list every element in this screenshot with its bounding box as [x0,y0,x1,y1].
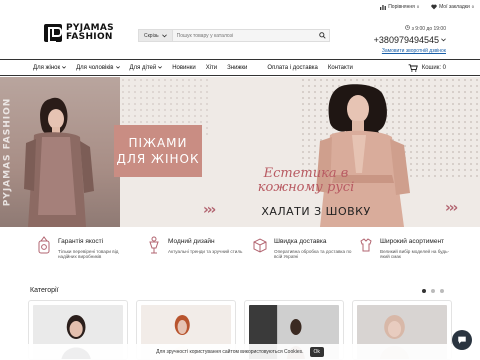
quality-icon [38,236,50,254]
nav-item-women[interactable]: Для жінок [33,64,67,71]
nav-item-contacts[interactable]: Контакти [328,65,353,71]
main-nav: Для жінок Для чоловіків Для дітей Новинк… [0,59,480,76]
page: Порівняння 0 Мої закладки 0 PYJAMAS FASHIO… [0,0,480,360]
hero-banner[interactable]: PYJAMAS FASHION ПІЖАМИ ДЛЯ ЖІНОК Естетик… [0,77,480,227]
cookie-ok-button[interactable]: Ok [309,347,324,357]
banner-box-line-2: ДЛЯ ЖІНОК [116,152,200,166]
nav-label: Для жінок [33,64,61,71]
phone-number[interactable]: +380979494545 [374,35,446,45]
categories-title: Категорії [30,287,59,294]
logo-text: PYJAMAS FASHION [66,24,114,42]
carousel-pagination [422,289,444,293]
features-row: Гарантія якості Тільки перевірені товари… [0,236,480,272]
delivery-icon [253,238,267,253]
search-input[interactable] [172,30,315,41]
nav-item-men[interactable]: Для чоловіків [76,64,120,71]
compare-icon [380,4,387,10]
feature-title: Широкий асортимент [380,238,445,245]
feature-assortment: Широкий асортимент Великий вибір моделей… [358,236,458,260]
banner-chevrons-left: ››› [203,202,216,218]
compare-label: Порівняння [388,3,415,10]
search-icon [318,32,326,39]
header: PYJAMAS FASHION Скрізь з 9:00 до 19:00 +… [0,12,480,58]
compare-count: 0 [416,4,420,9]
chevron-down-icon [62,66,67,69]
carousel-dot[interactable] [431,289,435,293]
cookie-banner: Для зручності користування сайтом викори… [0,344,480,360]
banner-slogan-line-2: кожному русі [257,180,355,195]
chevron-down-icon [161,33,167,37]
working-hours: з 9:00 до 19:00 [374,25,446,32]
banner-brand-text: PYJAMAS FASHION [2,97,12,207]
nav-label: Для дітей [129,64,157,71]
banner-slogan-line-1: Естетика в [263,166,349,181]
banner-title: ХАЛАТИ З ШОВКУ [261,205,371,218]
banner-pyjamas-box: ПІЖАМИ ДЛЯ ЖІНОК [114,125,202,177]
wishlist-link[interactable]: Мої закладки 0 [431,4,474,10]
nav-item-sale[interactable]: Знижки [227,65,247,71]
chevron-down-icon [115,66,120,69]
logo[interactable]: PYJAMAS FASHION [44,24,114,43]
cart-button[interactable]: Кошик: 0 [408,63,446,72]
nav-item-new[interactable]: Новинки [172,65,196,71]
chat-icon [458,336,466,344]
wishlist-label: Мої закладки [439,3,470,10]
carousel-dot[interactable] [422,289,426,293]
search-scope-select[interactable]: Скрізь [139,30,173,41]
nav-item-payment-delivery[interactable]: Оплата і доставка [267,65,317,71]
banner-box-line-1: ПІЖАМИ [128,136,188,150]
feature-design: Модний дизайн Актуальні тренди та зручни… [146,236,246,254]
search-scope-label: Скрізь [144,32,159,39]
feature-title: Швидка доставка [274,238,327,245]
cart-label: Кошик: 0 [421,64,446,71]
nav-item-kids[interactable]: Для дітей [130,65,163,71]
callback-link[interactable]: Замовити зворотній дзвінок [374,48,446,54]
logo-mark-icon [44,24,62,43]
compare-link[interactable]: Порівняння 0 [380,4,419,10]
model-pyjamas-image [24,97,94,227]
chat-button[interactable] [452,330,472,350]
feature-desc: Великий вибір моделей на будь-який смак [380,249,450,260]
contact-block: з 9:00 до 19:00 +380979494545 Замовити з… [374,25,446,54]
wishlist-count: 0 [471,4,474,9]
nav-item-hits[interactable]: Хіти [206,65,217,71]
banner-brand-vertical: PYJAMAS FASHION [1,83,13,221]
feature-desc: Актуальні тренди та зручний стиль [168,249,243,254]
nav-label: Для чоловіків [76,64,114,71]
cookie-text: Для зручності користування сайтом викори… [156,349,304,355]
search-bar: Скрізь [138,29,330,42]
feature-desc: Оперативна обробка та доставка по всій У… [274,249,352,260]
working-hours-text: з 9:00 до 19:00 [411,26,446,32]
feature-quality: Гарантія якості Тільки перевірені товари… [36,236,136,260]
feature-desc: Тільки перевірені товари від надійних ви… [58,249,119,260]
logo-line-2: FASHION [66,32,113,42]
phone-text: +380979494545 [373,35,439,45]
carousel-dot[interactable] [440,289,444,293]
heart-icon [431,4,437,9]
banner-chevrons-right: ››› [445,200,458,216]
search-button[interactable] [315,30,329,41]
assortment-icon [360,238,372,252]
banner-slogan: Естетика в кожному русі [246,167,366,195]
chevron-down-icon [158,66,163,69]
cart-icon [408,63,418,72]
feature-title: Модний дизайн [168,238,215,245]
chevron-down-icon [441,38,446,42]
clock-icon [405,25,411,30]
design-icon [149,236,159,254]
top-bar: Порівняння 0 Мої закладки 0 [380,2,474,11]
feature-delivery: Швидка доставка Оперативна обробка та до… [252,236,352,260]
feature-title: Гарантія якості [58,238,104,245]
